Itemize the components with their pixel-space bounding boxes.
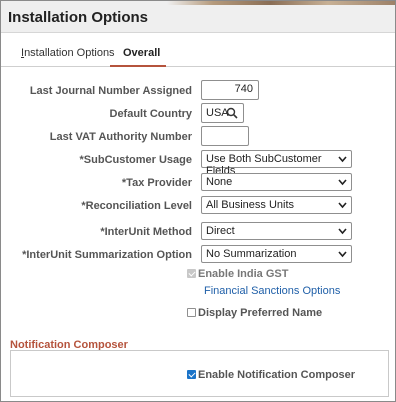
interunit-summarization-select[interactable]: No Summarization: [201, 245, 352, 263]
installation-options-page: Installation Options Installation Option…: [0, 0, 396, 402]
subcustomer-usage-label: *SubCustomer Usage: [79, 154, 192, 166]
enable-india-gst-checkbox: [187, 269, 196, 278]
default-country-field[interactable]: USA: [201, 103, 244, 123]
search-icon[interactable]: [226, 107, 238, 119]
chevron-down-icon: [338, 228, 347, 235]
enable-notification-composer-row: Enable Notification Composer: [187, 369, 355, 381]
reconciliation-level-select[interactable]: All Business Units: [201, 196, 352, 214]
chevron-down-icon: [338, 251, 347, 258]
interunit-method-value: Direct: [206, 225, 235, 237]
tax-provider-label: *Tax Provider: [121, 177, 192, 189]
tab-installation-options[interactable]: Installation Options: [21, 47, 115, 59]
last-journal-number-field[interactable]: 740: [201, 80, 259, 100]
display-preferred-name-checkbox[interactable]: [187, 308, 196, 317]
tab-bar: Installation Options Overall: [1, 33, 395, 67]
financial-sanctions-options-link[interactable]: Financial Sanctions Options: [204, 285, 340, 297]
last-vat-authority-field[interactable]: [201, 126, 249, 146]
display-preferred-name-label: Display Preferred Name: [198, 307, 323, 319]
active-tab-indicator: [110, 65, 166, 67]
page-title: Installation Options: [8, 9, 149, 26]
interunit-summarization-label: *InterUnit Summarization Option: [22, 249, 192, 261]
display-preferred-name-row: Display Preferred Name: [187, 307, 322, 319]
reconciliation-level-label: *Reconciliation Level: [81, 200, 192, 212]
tab-label-rest: nstallation Options: [24, 47, 115, 59]
interunit-summarization-value: No Summarization: [206, 248, 297, 260]
interunit-method-select[interactable]: Direct: [201, 222, 352, 240]
tax-provider-select[interactable]: None: [201, 173, 352, 191]
page-header: Installation Options: [1, 1, 395, 33]
chevron-down-icon: [338, 156, 347, 163]
chevron-down-icon: [338, 179, 347, 186]
tab-overall[interactable]: Overall: [123, 47, 160, 59]
enable-notification-composer-checkbox[interactable]: [187, 370, 196, 379]
chevron-down-icon: [338, 202, 347, 209]
interunit-method-label: *InterUnit Method: [100, 226, 192, 238]
enable-notification-composer-label: Enable Notification Composer: [198, 369, 356, 381]
default-country-label: Default Country: [109, 108, 193, 120]
last-vat-authority-label: Last VAT Authority Number: [49, 131, 192, 143]
header-decoration: [167, 1, 395, 5]
last-journal-number-label: Last Journal Number Assigned: [29, 85, 192, 97]
enable-india-gst-row: Enable India GST: [187, 268, 288, 280]
subcustomer-usage-select[interactable]: Use Both SubCustomer Fields: [201, 150, 352, 177]
reconciliation-level-value: All Business Units: [206, 199, 295, 211]
enable-india-gst-label: Enable India GST: [198, 268, 289, 280]
tax-provider-value: None: [206, 176, 233, 188]
